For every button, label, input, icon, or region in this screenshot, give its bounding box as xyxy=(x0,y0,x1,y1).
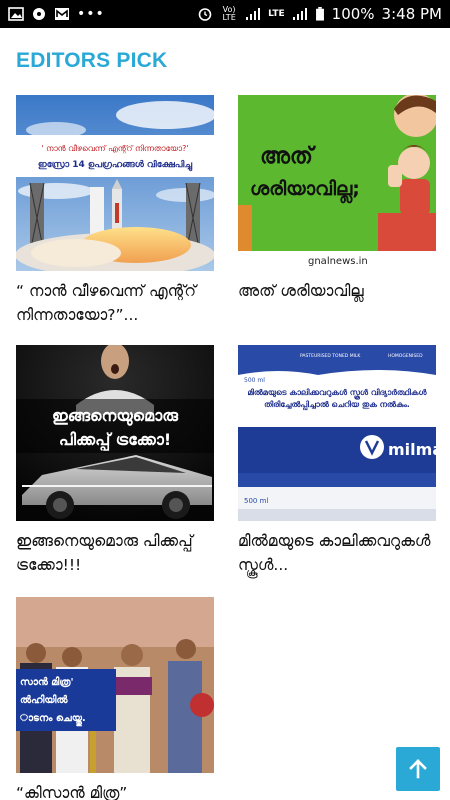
mail-icon xyxy=(54,7,70,21)
section-title: EDITORS PICK xyxy=(16,49,168,72)
article-thumbnail[interactable]: സാൻ മിത്ര' ൽഹിയിൽ ാടനം ചെയ്തു. xyxy=(16,597,214,773)
article-title[interactable]: മിൽമയുടെ കാലിക്കവറുകൾ സ്കൂൾ... xyxy=(238,529,436,577)
more-notifications-icon: ••• xyxy=(77,6,105,22)
milma-logo-text: milma xyxy=(388,440,436,459)
article-title[interactable]: അത് ശരിയാവില്ല xyxy=(238,279,436,303)
signal-icon xyxy=(245,7,261,21)
thumbnail-caption-top: ' നാൻ വീഴവെന്ന് എന്റ്റ് നിന്നതായോ?' xyxy=(41,144,188,154)
thumbnail-watermark: gnalnews.in xyxy=(308,256,368,267)
article-card[interactable]: അത് ശരിയാവില്ല; gnalnews.in അത് ശരിയാവില… xyxy=(238,95,436,303)
thumbnail-text-2: പിക്കപ്പ് ട്രക്കോ! xyxy=(59,430,171,452)
thumbnail-text-2: ൽഹിയിൽ xyxy=(20,693,68,706)
thumbnail-text-1: അത് xyxy=(260,144,316,169)
article-thumbnail[interactable]: ' നാൻ വീഴവെന്ന് എന്റ്റ് നിന്നതായോ?' ഇസ്ര… xyxy=(16,95,214,271)
article-card[interactable]: 500 ml PASTEURISED TONED MILK HOMOGENISE… xyxy=(238,345,436,577)
article-thumbnail[interactable]: അത് ശരിയാവില്ല; gnalnews.in xyxy=(238,95,436,271)
volte-label: Vo) LTE xyxy=(222,5,236,22)
alarm-icon xyxy=(197,7,213,21)
lte-label: LTE xyxy=(268,9,285,19)
pack-volume-label-2: 500 ml xyxy=(244,497,268,505)
article-title[interactable]: “ നാൻ വീഴവെന്ന് എന്റ്റ് നിന്നതായോ?”... xyxy=(16,279,214,327)
article-card[interactable]: ഇങ്ങനെയുമൊരു പിക്കപ്പ് ട്രക്കോ! ഇങ്ങനെയു… xyxy=(16,345,214,577)
signal-2-icon xyxy=(292,7,308,21)
battery-percentage: 100% xyxy=(331,5,375,23)
pack-volume-label: 500 ml xyxy=(244,377,265,384)
pack-sub-label: PASTEURISED TONED MILK xyxy=(300,353,361,359)
article-thumbnail[interactable]: ഇങ്ങനെയുമൊരു പിക്കപ്പ് ട്രക്കോ! xyxy=(16,345,214,521)
gallery-icon xyxy=(8,7,24,21)
thumbnail-text: മിൽമയുടെ കാലിക്കവറുകൾ സ്കൂൾ വിദ്യാർത്ഥിക… xyxy=(247,388,427,409)
thumbnail-text-1: ഇങ്ങനെയുമൊരു xyxy=(52,406,179,426)
thumbnail-text-2: ശരിയാവില്ല; xyxy=(250,178,360,204)
arrow-up-icon xyxy=(409,759,427,779)
article-card[interactable]: ' നാൻ വീഴവെന്ന് എന്റ്റ് നിന്നതായോ?' ഇസ്ര… xyxy=(16,95,214,327)
article-card[interactable]: സാൻ മിത്ര' ൽഹിയിൽ ാടനം ചെയ്തു. “കിസാൻ മി… xyxy=(16,597,214,800)
status-bar-left: ••• xyxy=(8,6,105,22)
article-title[interactable]: “കിസാൻ മിത്ര” xyxy=(16,781,214,800)
article-thumbnail[interactable]: 500 ml PASTEURISED TONED MILK HOMOGENISE… xyxy=(238,345,436,521)
battery-icon xyxy=(315,7,325,21)
scroll-to-top-button[interactable] xyxy=(396,747,440,791)
music-icon xyxy=(31,7,47,21)
clock: 3:48 PM xyxy=(381,5,442,23)
article-title[interactable]: ഇങ്ങനെയുമൊരു പിക്കപ്പ് ട്രക്കോ!!! xyxy=(16,529,214,577)
status-bar-right: Vo) LTE LTE 100% 3:48 PM xyxy=(197,5,442,23)
status-bar: ••• Vo) LTE LTE 100% 3:48 PM xyxy=(0,0,450,28)
pack-sub2-label: HOMOGENISED xyxy=(388,353,423,359)
thumbnail-text-1: സാൻ മിത്ര' xyxy=(20,675,74,688)
